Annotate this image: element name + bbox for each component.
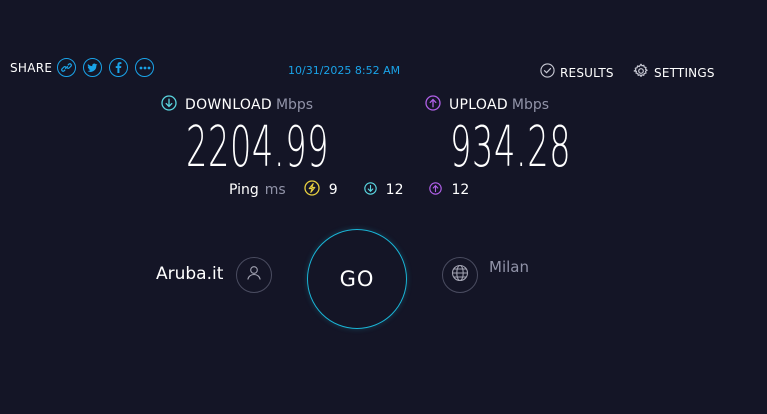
download-arrow-icon bbox=[161, 95, 177, 115]
upload-metric: UPLOAD Mbps 934.28 bbox=[425, 95, 652, 176]
result-timestamp[interactable]: 10/31/2025 8:52 AM bbox=[288, 64, 400, 77]
share-bar: SHARE bbox=[10, 58, 161, 77]
download-value: 2204.99 bbox=[186, 115, 330, 180]
results-label: RESULTS bbox=[560, 65, 614, 80]
results-button[interactable]: RESULTS bbox=[540, 63, 614, 82]
upload-arrow-icon bbox=[425, 95, 441, 115]
change-isp-button[interactable] bbox=[236, 257, 272, 293]
ping-download[interactable]: 12 bbox=[363, 181, 404, 199]
speedtest-page: SHARE 10/31/2025 8:52 AM RESULTS SETTING… bbox=[0, 0, 767, 414]
download-label: DOWNLOAD bbox=[185, 97, 272, 113]
gear-icon bbox=[633, 63, 649, 83]
check-circle-icon bbox=[540, 63, 555, 82]
share-label: SHARE bbox=[10, 60, 53, 75]
server-location[interactable]: Milan bbox=[489, 258, 529, 276]
upload-latency-icon bbox=[429, 181, 443, 199]
upload-unit: Mbps bbox=[511, 97, 550, 113]
isp-name: Aruba.it bbox=[156, 264, 224, 284]
download-latency-icon bbox=[363, 181, 377, 199]
upload-value: 934.28 bbox=[450, 115, 572, 180]
settings-label: SETTINGS bbox=[654, 66, 715, 80]
twitter-icon[interactable] bbox=[83, 58, 103, 77]
facebook-icon[interactable] bbox=[109, 58, 129, 77]
ping-download-value: 12 bbox=[385, 182, 404, 198]
globe-icon bbox=[450, 263, 470, 287]
ping-upload-value: 12 bbox=[451, 182, 470, 198]
more-icon[interactable] bbox=[135, 58, 155, 77]
go-button[interactable]: GO bbox=[307, 229, 407, 329]
ping-unit: ms bbox=[264, 182, 286, 198]
download-unit: Mbps bbox=[275, 97, 314, 113]
download-metric: DOWNLOAD Mbps 2204.99 bbox=[161, 95, 425, 176]
upload-label: UPLOAD bbox=[449, 97, 508, 113]
latency-icon bbox=[304, 180, 320, 200]
download-header: DOWNLOAD Mbps bbox=[161, 95, 425, 115]
ping-idle-value: 9 bbox=[328, 182, 338, 198]
ping-row: Ping ms 9 12 12 bbox=[229, 180, 495, 200]
ping-idle[interactable]: 9 bbox=[304, 180, 338, 200]
upload-header: UPLOAD Mbps bbox=[425, 95, 652, 115]
ping-upload[interactable]: 12 bbox=[429, 181, 470, 199]
ping-label: Ping bbox=[229, 182, 259, 198]
change-server-button[interactable] bbox=[442, 257, 478, 293]
user-icon bbox=[245, 264, 263, 286]
link-icon[interactable] bbox=[57, 58, 77, 77]
settings-button[interactable]: SETTINGS bbox=[633, 63, 715, 83]
